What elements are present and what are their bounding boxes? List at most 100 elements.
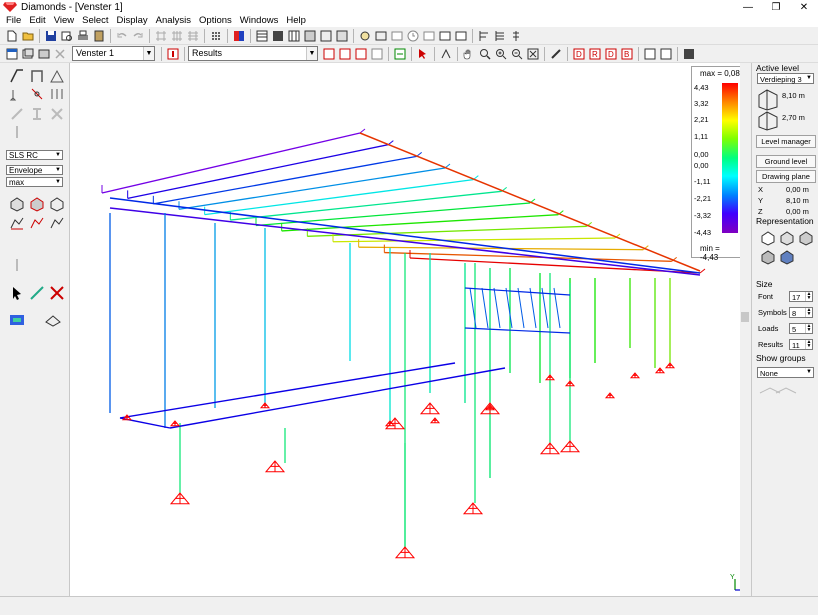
support-pyramid[interactable] xyxy=(544,374,556,381)
display-d2-icon[interactable]: D xyxy=(604,47,618,61)
print-icon[interactable] xyxy=(76,29,90,43)
align-1-icon[interactable] xyxy=(477,29,491,43)
zoom-in-icon[interactable] xyxy=(494,47,508,61)
contour-icon[interactable] xyxy=(8,311,26,328)
results-toggle-icon[interactable] xyxy=(166,47,180,61)
print-preview-icon[interactable] xyxy=(60,29,74,43)
table-5-icon[interactable] xyxy=(319,29,333,43)
rotate-view-icon[interactable] xyxy=(439,47,453,61)
pan-hand-icon[interactable] xyxy=(462,47,476,61)
support-pyramid[interactable] xyxy=(559,440,581,453)
select-line-icon[interactable] xyxy=(28,284,46,301)
ground-level-button[interactable]: Ground level xyxy=(756,155,816,168)
truss-diagonal[interactable] xyxy=(493,287,501,329)
size-symbols-spinner[interactable]: 8 ▲ ▼ xyxy=(789,307,813,318)
support-pyramid[interactable] xyxy=(169,492,191,505)
measure-icon[interactable] xyxy=(549,47,563,61)
menu-windows[interactable]: Windows xyxy=(236,15,283,27)
report-2-icon[interactable] xyxy=(659,47,673,61)
structure-model[interactable] xyxy=(70,63,750,596)
display-r-icon[interactable]: R xyxy=(588,47,602,61)
calc-4-icon[interactable] xyxy=(422,29,436,43)
draw-support-icon[interactable] xyxy=(8,85,26,102)
tool-b-icon[interactable] xyxy=(28,105,46,122)
result-green-icon[interactable] xyxy=(393,47,407,61)
zoom-out-icon[interactable] xyxy=(510,47,524,61)
result-fm-icon[interactable] xyxy=(338,47,352,61)
window-select[interactable]: Venster 1 ▼ xyxy=(72,46,155,61)
draw-frame-icon[interactable] xyxy=(28,67,46,84)
calc-2-icon[interactable] xyxy=(374,29,388,43)
display-d-icon[interactable]: D xyxy=(572,47,586,61)
table-3-icon[interactable] xyxy=(287,29,301,43)
window-close-icon[interactable] xyxy=(53,47,67,61)
support-pyramid[interactable] xyxy=(259,402,271,409)
level-select[interactable]: Verdieping 3 ▼ xyxy=(757,73,814,84)
spinner-arrows-icon[interactable]: ▲ ▼ xyxy=(805,340,812,349)
support-pyramid[interactable] xyxy=(462,502,484,515)
menu-edit[interactable]: Edit xyxy=(25,15,49,27)
window-1-icon[interactable] xyxy=(5,47,19,61)
report-1-icon[interactable] xyxy=(643,47,657,61)
open-folder-icon[interactable] xyxy=(21,29,35,43)
deselect-icon[interactable] xyxy=(48,284,66,301)
clock-icon[interactable] xyxy=(406,29,420,43)
restore-button[interactable]: ❐ xyxy=(762,0,790,14)
spinner-arrows-icon[interactable]: ▲ ▼ xyxy=(805,308,812,317)
view-iso-1-icon[interactable] xyxy=(760,230,776,246)
result-3d-3-icon[interactable] xyxy=(48,195,66,212)
support-pyramid[interactable] xyxy=(264,460,286,473)
scroll-thumb[interactable] xyxy=(741,312,749,322)
grid-3-icon[interactable] xyxy=(186,29,200,43)
support-pyramid[interactable] xyxy=(564,380,576,387)
size-results-spinner[interactable]: 11 ▲ ▼ xyxy=(789,339,813,350)
menu-options[interactable]: Options xyxy=(195,15,236,27)
tool-a-icon[interactable] xyxy=(8,105,26,122)
purlin-stub[interactable] xyxy=(359,128,366,134)
zoom-extents-icon[interactable] xyxy=(526,47,540,61)
truss-diagonal[interactable] xyxy=(505,287,513,329)
view-iso-2-icon[interactable] xyxy=(779,230,795,246)
result-n-icon[interactable] xyxy=(354,47,368,61)
calc-3-icon[interactable] xyxy=(390,29,404,43)
draw-truss-icon[interactable] xyxy=(48,67,66,84)
deform-3-icon[interactable] xyxy=(48,215,66,232)
support-pyramid[interactable] xyxy=(654,367,666,374)
purlin-stub[interactable] xyxy=(699,268,706,274)
align-3-icon[interactable] xyxy=(509,29,523,43)
display-b-icon[interactable]: B xyxy=(620,47,634,61)
menu-help[interactable]: Help xyxy=(282,15,310,27)
menu-view[interactable]: View xyxy=(50,15,78,27)
loadcase-select[interactable]: SLS RC ▼ xyxy=(6,150,63,160)
groups-select[interactable]: None ▼ xyxy=(757,367,814,378)
size-loads-spinner[interactable]: 5 ▲ ▼ xyxy=(789,323,813,334)
truss-diagonal[interactable] xyxy=(529,287,537,329)
deform-1-icon[interactable] xyxy=(8,215,26,232)
report-3-icon[interactable] xyxy=(682,47,696,61)
max-select[interactable]: max ▼ xyxy=(6,177,63,187)
support-pyramid[interactable] xyxy=(664,362,676,369)
select-arrow-icon[interactable] xyxy=(416,47,430,61)
minimize-button[interactable]: — xyxy=(734,0,762,14)
tool-d-icon[interactable] xyxy=(8,123,26,140)
drawing-plane-button[interactable]: Drawing plane xyxy=(756,170,816,183)
truss-diagonal[interactable] xyxy=(481,287,489,329)
tool-c-icon[interactable] xyxy=(48,105,66,122)
view-solid-icon[interactable] xyxy=(760,249,776,265)
align-2-icon[interactable] xyxy=(493,29,507,43)
roof-purlin[interactable] xyxy=(384,251,672,262)
spinner-arrows-icon[interactable]: ▲ ▼ xyxy=(805,292,812,301)
fbd-icon[interactable] xyxy=(438,29,452,43)
roof-purlin[interactable] xyxy=(101,132,361,194)
zoom-window-icon[interactable] xyxy=(478,47,492,61)
view-select[interactable]: Results ▼ xyxy=(188,46,318,61)
size-font-spinner[interactable]: 17 ▲ ▼ xyxy=(789,291,813,302)
table-2-icon[interactable] xyxy=(271,29,285,43)
close-button[interactable]: ✕ xyxy=(790,0,818,14)
support-pyramid[interactable] xyxy=(629,372,641,379)
menu-analysis[interactable]: Analysis xyxy=(152,15,195,27)
menu-file[interactable]: File xyxy=(2,15,25,27)
roof-purlin[interactable] xyxy=(127,144,389,200)
view-iso-3-icon[interactable] xyxy=(798,230,814,246)
grid-2-icon[interactable] xyxy=(170,29,184,43)
